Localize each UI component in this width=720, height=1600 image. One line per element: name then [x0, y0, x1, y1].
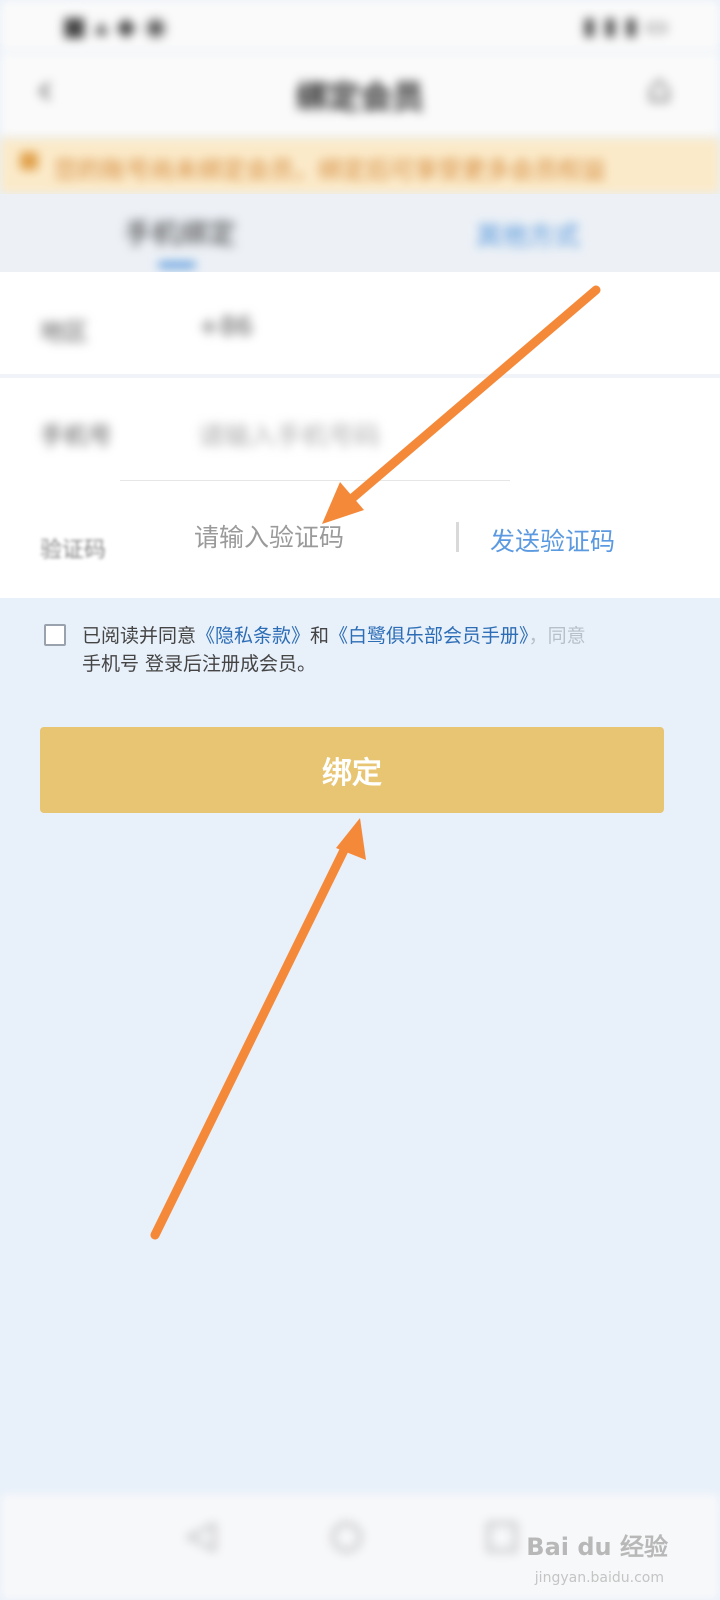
recent-apps-icon[interactable]: □	[484, 1512, 520, 1556]
baidu-watermark: Bai du 经验	[526, 1533, 668, 1561]
home-circle-icon[interactable]: ○	[330, 1512, 363, 1556]
arrow-shaft	[337, 285, 601, 512]
baidu-watermark-url: jingyan.baidu.com	[534, 1570, 664, 1586]
arrow-to-bind-button	[150, 818, 366, 1240]
annotation-arrows	[150, 285, 601, 1240]
arrow-to-code-input	[322, 285, 601, 524]
arrow-shaft	[150, 837, 353, 1240]
back-icon[interactable]: ◁	[186, 1512, 215, 1556]
